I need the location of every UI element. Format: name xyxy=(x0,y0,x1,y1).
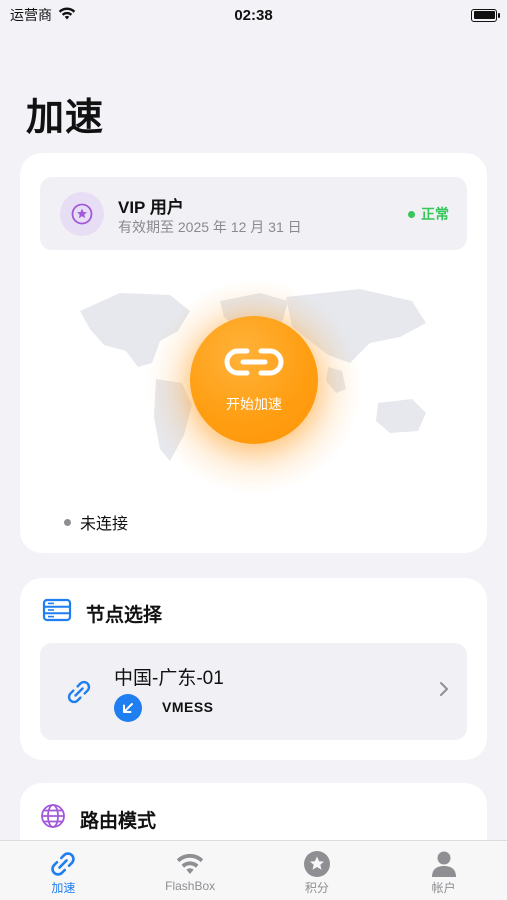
carrier-label: 运营商 xyxy=(10,7,52,23)
tab-accelerate[interactable]: 加速 xyxy=(0,841,127,900)
vip-status-box: VIP 用户 有效期至 2025 年 12 月 31 日 正常 xyxy=(40,177,467,250)
start-accelerate-label: 开始加速 xyxy=(226,395,282,412)
status-dot-icon xyxy=(408,210,415,218)
vip-expiry: 有效期至 2025 年 12 月 31 日 xyxy=(118,219,302,235)
globe-icon xyxy=(40,803,66,835)
page-title: 加速 xyxy=(26,97,105,139)
vip-status-badge: 正常 xyxy=(408,204,449,224)
link-icon xyxy=(48,849,78,879)
state-dot-icon xyxy=(64,518,71,526)
selected-node-row[interactable]: 中国-广东-01 VMESS xyxy=(40,643,467,740)
clock: 02:38 xyxy=(234,6,273,24)
tab-label: FlashBox xyxy=(165,879,216,893)
battery-icon xyxy=(471,8,500,22)
start-accelerate-button[interactable]: 开始加速 xyxy=(190,316,318,444)
connection-state: 未连接 xyxy=(64,510,128,534)
tab-label: 帐户 xyxy=(431,881,456,895)
node-selection-card: 节点选择 中国-广东-01 VMESS xyxy=(20,578,487,760)
node-section-title: 节点选择 xyxy=(86,604,163,626)
node-section-header: 节点选择 xyxy=(42,598,162,628)
tab-account[interactable]: 帐户 xyxy=(380,841,507,900)
person-icon xyxy=(431,849,457,879)
tab-label: 积分 xyxy=(304,881,329,895)
node-name: 中国-广东-01 xyxy=(114,668,224,689)
wifi-signal-icon xyxy=(58,7,76,23)
tab-flashbox[interactable]: FlashBox xyxy=(127,841,254,900)
link-icon xyxy=(223,347,285,382)
status-bar: 运营商 02:38 xyxy=(0,0,507,30)
node-protocol: VMESS xyxy=(162,699,214,715)
vip-title: VIP 用户 xyxy=(118,198,184,217)
server-icon xyxy=(42,598,72,628)
tab-points[interactable]: 积分 xyxy=(254,841,381,900)
chevron-right-icon xyxy=(439,681,449,702)
arrow-down-left-icon xyxy=(114,694,142,722)
route-section-header: 路由模式 xyxy=(40,803,156,835)
route-section-title: 路由模式 xyxy=(80,810,157,832)
star-icon xyxy=(303,849,331,879)
connection-state-label: 未连接 xyxy=(80,516,129,533)
vip-star-icon xyxy=(60,192,104,236)
link-icon xyxy=(64,677,94,712)
tab-label: 加速 xyxy=(51,881,76,895)
accelerate-card: VIP 用户 有效期至 2025 年 12 月 31 日 正常 开始加速 未连接 xyxy=(20,153,487,553)
wifi-icon xyxy=(175,849,205,879)
tab-bar: 加速 FlashBox 积分 帐户 xyxy=(0,840,507,900)
vip-status-label: 正常 xyxy=(421,206,449,222)
